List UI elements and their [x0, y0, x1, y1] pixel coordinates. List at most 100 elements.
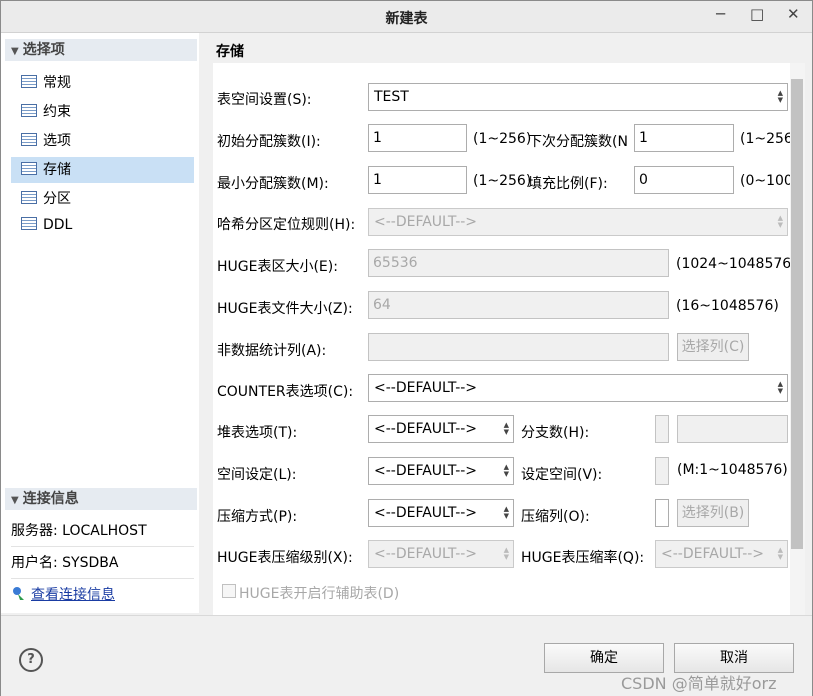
- spinner-arrows-icon: ▲ ▼: [777, 214, 783, 229]
- select-columns-c-button[interactable]: 选择列(C): [677, 333, 749, 361]
- tablespace-value: TEST: [374, 89, 409, 105]
- spinner-arrows-icon: ▲ ▼: [777, 380, 783, 395]
- cancel-button[interactable]: 取消: [674, 643, 794, 673]
- sidebar-item-partition[interactable]: 分区: [11, 186, 194, 212]
- fill-ratio-label: 填充比例(F):: [528, 176, 608, 192]
- options-header-label: 选择项: [22, 42, 65, 58]
- set-space-label: 设定空间(V):: [521, 467, 603, 483]
- huge-comp-level-value: <--DEFAULT-->: [374, 546, 478, 562]
- min-clusters-input[interactable]: 1: [368, 166, 467, 194]
- spinner-arrows-icon: ▲ ▼: [503, 463, 509, 478]
- spinner-arrows-icon: ▲ ▼: [777, 89, 783, 104]
- minimize-button[interactable]: ─: [716, 5, 725, 23]
- collapse-triangle-icon: ▼: [11, 46, 19, 57]
- window-title: 新建表: [385, 11, 428, 27]
- sidebar-item-label: 分区: [43, 191, 71, 207]
- branches-input-1[interactable]: [655, 415, 669, 443]
- spinner-arrows-icon: ▲ ▼: [503, 421, 509, 436]
- sidebar-item-label: 选项: [43, 133, 71, 149]
- sidebar-item-label: 约束: [43, 104, 71, 120]
- huge-area-label: HUGE表区大小(E):: [217, 259, 338, 275]
- scrollbar-thumb[interactable]: [791, 79, 803, 549]
- table-icon: [21, 217, 37, 230]
- init-clusters-range: (1~256): [473, 131, 532, 147]
- next-clusters-label: 下次分配簇数(N: [528, 134, 628, 150]
- nonstat-label: 非数据统计列(A):: [217, 343, 327, 359]
- compress-value: <--DEFAULT-->: [374, 505, 478, 521]
- connection-icon: [11, 583, 27, 600]
- table-icon: [21, 133, 37, 146]
- tablespace-select[interactable]: TEST ▲ ▼: [368, 83, 788, 111]
- next-clusters-input[interactable]: 1: [634, 124, 734, 152]
- view-connection-link[interactable]: 查看连接信息: [31, 587, 115, 603]
- watermark: CSDN @简单就好orz: [621, 674, 777, 693]
- huge-comp-rate-value: <--DEFAULT-->: [661, 546, 765, 562]
- vertical-scrollbar[interactable]: ▼: [790, 63, 805, 641]
- spinner-arrows-icon: ▲ ▼: [777, 546, 783, 561]
- sidebar-item-label: 存储: [43, 162, 71, 178]
- options-section-header[interactable]: ▼ 选择项: [5, 39, 197, 61]
- sidebar-item-general[interactable]: 常规: [11, 70, 194, 96]
- hash-rule-label: 哈希分区定位规则(H):: [217, 217, 356, 233]
- huge-aux-label: HUGE表开启行辅助表(D): [239, 586, 400, 602]
- counter-value: <--DEFAULT-->: [374, 380, 478, 396]
- table-icon: [21, 162, 37, 175]
- min-clusters-range: (1~256): [473, 173, 532, 189]
- sidebar-item-storage[interactable]: 存储: [11, 157, 194, 183]
- compress-select[interactable]: <--DEFAULT--> ▲ ▼: [368, 499, 514, 527]
- set-space-range: (M:1~1048576): [677, 462, 788, 478]
- huge-comp-rate-label: HUGE表压缩率(Q):: [521, 550, 645, 566]
- init-clusters-input[interactable]: 1: [368, 124, 467, 152]
- huge-area-range: (1024~1048576): [676, 256, 797, 272]
- select-columns-b-button[interactable]: 选择列(B): [677, 499, 749, 527]
- heap-select[interactable]: <--DEFAULT--> ▲ ▼: [368, 415, 514, 443]
- counter-label: COUNTER表选项(C):: [217, 384, 354, 400]
- close-button[interactable]: ✕: [787, 5, 800, 23]
- spinner-arrows-icon: ▲ ▼: [503, 546, 509, 561]
- huge-file-input[interactable]: 64: [368, 291, 669, 319]
- compress-cols-label: 压缩列(O):: [521, 509, 590, 525]
- hash-rule-value: <--DEFAULT-->: [374, 214, 478, 230]
- init-clusters-label: 初始分配簇数(I):: [217, 134, 321, 150]
- huge-comp-rate-select[interactable]: <--DEFAULT--> ▲ ▼: [655, 540, 788, 568]
- space-set-label: 空间设定(L):: [217, 467, 297, 483]
- ok-button[interactable]: 确定: [544, 643, 664, 673]
- server-info: 服务器: LOCALHOST: [11, 517, 194, 547]
- sidebar-item-label: 常规: [43, 75, 71, 91]
- fill-ratio-input[interactable]: 0: [634, 166, 734, 194]
- sidebar-item-constraints[interactable]: 约束: [11, 99, 194, 125]
- compress-cols-input[interactable]: [655, 499, 669, 527]
- table-icon: [21, 104, 37, 117]
- storage-form: 表空间设置(S): TEST ▲ ▼ 初始分配簇数(I): 1 (1~256) 下次…: [213, 63, 798, 635]
- title-bar: 新建表 ─ □ ✕: [1, 1, 812, 33]
- connection-section-header[interactable]: ▼ 连接信息: [5, 488, 197, 510]
- view-connection-link-row[interactable]: 查看连接信息: [11, 581, 194, 610]
- counter-select[interactable]: <--DEFAULT--> ▲ ▼: [368, 374, 788, 402]
- set-space-input[interactable]: [655, 457, 669, 485]
- nonstat-input[interactable]: [368, 333, 669, 361]
- space-set-select[interactable]: <--DEFAULT--> ▲ ▼: [368, 457, 514, 485]
- huge-aux-checkbox[interactable]: [222, 584, 236, 598]
- maximize-button[interactable]: □: [750, 5, 764, 23]
- dialog-footer: ? 确定 取消 CSDN @简单就好orz: [1, 615, 812, 696]
- huge-file-label: HUGE表文件大小(Z):: [217, 301, 353, 317]
- sidebar-item-ddl[interactable]: DDL: [11, 212, 194, 238]
- branches-input-2[interactable]: [677, 415, 788, 443]
- connection-header-label: 连接信息: [22, 491, 79, 507]
- space-set-value: <--DEFAULT-->: [374, 463, 478, 479]
- branches-label: 分支数(H):: [521, 425, 590, 441]
- new-table-dialog: 新建表 ─ □ ✕ ▼ 选择项 常规 约束 选项 存储 分区 DDL ▼ 连接信息 …: [0, 0, 813, 696]
- huge-comp-level-label: HUGE表压缩级别(X):: [217, 550, 353, 566]
- tablespace-label: 表空间设置(S):: [217, 92, 312, 108]
- sidebar-item-options[interactable]: 选项: [11, 128, 194, 154]
- huge-comp-level-select[interactable]: <--DEFAULT--> ▲ ▼: [368, 540, 514, 568]
- compress-label: 压缩方式(P):: [217, 509, 298, 525]
- user-info: 用户名: SYSDBA: [11, 549, 194, 579]
- hash-rule-select[interactable]: <--DEFAULT--> ▲ ▼: [368, 208, 788, 236]
- table-icon: [21, 191, 37, 204]
- heap-label: 堆表选项(T):: [217, 425, 298, 441]
- huge-file-range: (16~1048576): [676, 298, 779, 314]
- help-icon[interactable]: ?: [19, 648, 43, 672]
- huge-area-input[interactable]: 65536: [368, 249, 669, 277]
- min-clusters-label: 最小分配簇数(M):: [217, 176, 329, 192]
